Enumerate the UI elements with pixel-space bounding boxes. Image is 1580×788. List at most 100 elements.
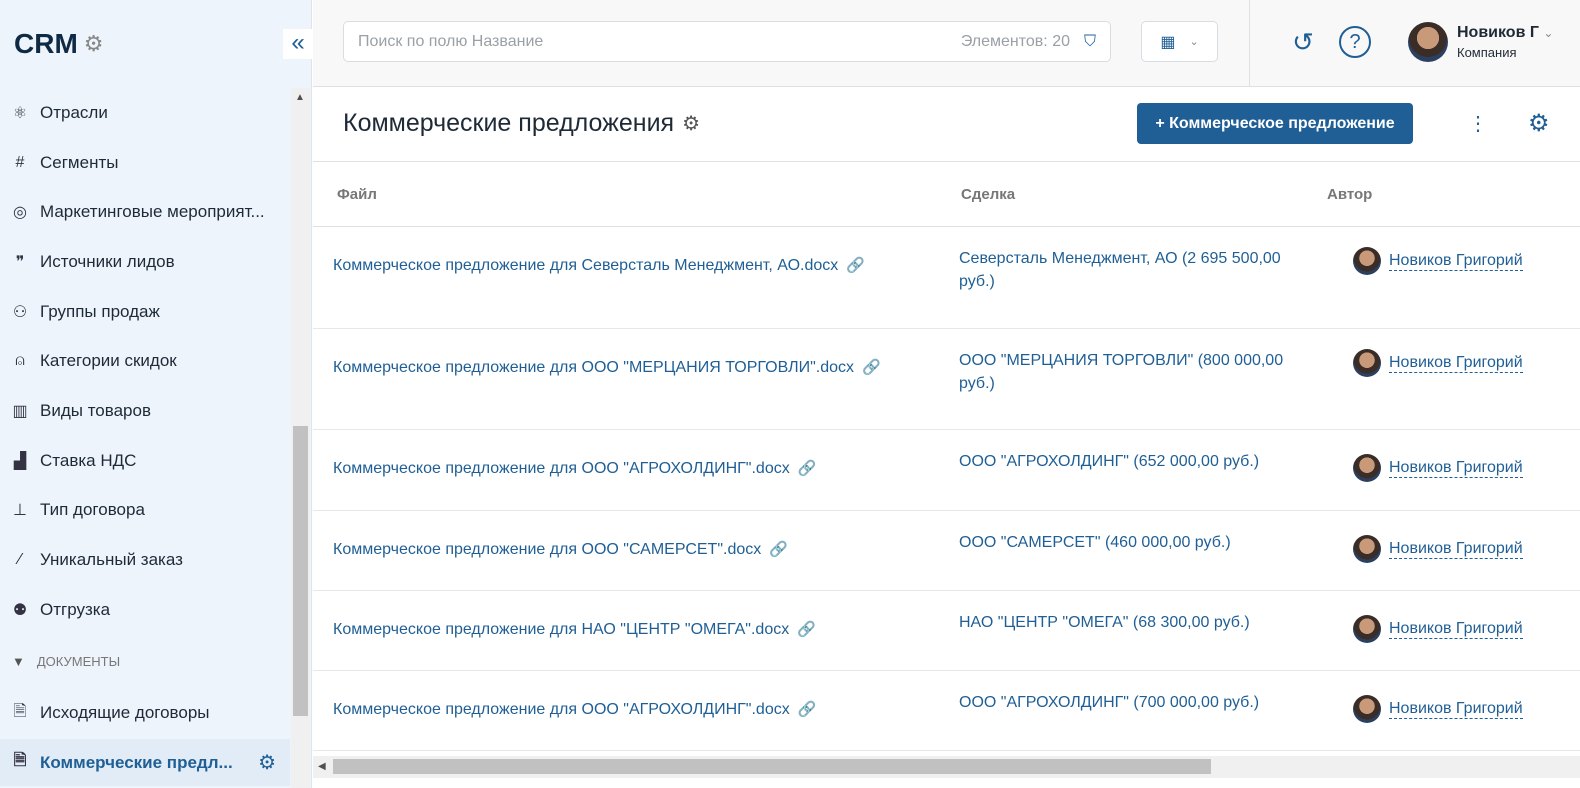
search-input[interactable]: Поиск по полю Название Элементов: 20 ⛉ <box>343 21 1111 62</box>
avatar <box>1353 349 1381 377</box>
user-menu[interactable]: Новиков Г ⌄ Компания <box>1408 22 1553 62</box>
sidebar-item[interactable]: ⚇ Группы продаж <box>0 287 290 337</box>
sidebar-item[interactable]: ⊥ Тип договора <box>0 486 290 536</box>
magic-wand-icon: ⁄ <box>18 551 22 569</box>
author-link[interactable]: Новиков Григорий <box>1389 620 1523 639</box>
gear-icon[interactable]: ⚙ <box>258 750 276 775</box>
hierarchy-icon: ⊥ <box>13 502 27 520</box>
table-row: Коммерческое предложение для ООО "МЕРЦАН… <box>313 329 1580 430</box>
author-link[interactable]: Новиков Григорий <box>1389 459 1523 478</box>
deal-link[interactable]: Северсталь Менеджмент, АО (2 695 500,00 … <box>959 247 1289 293</box>
link-icon[interactable]: 🔗 <box>797 621 816 638</box>
file-link[interactable]: Коммерческое предложение для НАО "ЦЕНТР … <box>333 621 789 638</box>
link-icon[interactable]: 🔗 <box>846 257 865 274</box>
history-icon[interactable]: ↺ <box>1287 26 1319 58</box>
scrollbar-thumb[interactable] <box>333 759 1211 774</box>
link-icon[interactable]: 🔗 <box>769 541 788 558</box>
scroll-left-icon[interactable]: ◀ <box>318 761 326 772</box>
sidebar: CRM ⚙ « ⚛ Отрасли # Сегменты ◎ Маркетинговые м… <box>0 0 313 788</box>
user-name: Новиков Г <box>1457 24 1539 41</box>
sidebar-item-label: Категории скидок <box>40 351 177 371</box>
caret-down-icon: ▼ <box>12 654 25 670</box>
gear-icon[interactable]: ⚙ <box>84 31 104 57</box>
topbar: Поиск по полю Название Элементов: 20 ⛉ ▦… <box>313 0 1580 87</box>
author-link[interactable]: Новиков Григорий <box>1389 700 1523 719</box>
deal-link[interactable]: ООО "МЕРЦАНИЯ ТОРГОВЛИ" (800 000,00 руб.… <box>959 349 1289 395</box>
link-icon[interactable]: 🔗 <box>798 701 817 718</box>
divider <box>1249 0 1250 86</box>
logo: CRM ⚙ <box>14 28 104 60</box>
sidebar-item-label: Коммерческие предл... <box>40 752 233 772</box>
horizontal-scrollbar[interactable]: ◀ <box>313 756 1580 778</box>
sidebar-item-label: Сегменты <box>40 152 119 172</box>
file-link[interactable]: Коммерческое предложение для ООО "АГРОХО… <box>333 460 790 477</box>
avatar <box>1353 535 1381 563</box>
sidebar-item[interactable]: ⁄ Уникальный заказ <box>0 535 290 585</box>
sidebar-item[interactable]: ⍝ Категории скидок <box>0 336 290 386</box>
author-link[interactable]: Новиков Григорий <box>1389 252 1523 271</box>
filter-icon[interactable]: ⛉ <box>1084 33 1096 51</box>
collapse-sidebar-button[interactable]: « <box>283 29 313 59</box>
sidebar-item[interactable]: ❞ Источники лидов <box>0 237 290 287</box>
table-row: Коммерческое предложение для Северсталь … <box>313 227 1580 329</box>
link-icon[interactable]: 🔗 <box>798 460 817 477</box>
deal-link[interactable]: НАО "ЦЕНТР "ОМЕГА" (68 300,00 руб.) <box>959 611 1289 634</box>
atom-icon: ⚛ <box>12 104 28 122</box>
bell-icon: ⍝ <box>15 352 25 370</box>
file-link[interactable]: Коммерческое предложение для Северсталь … <box>333 257 838 274</box>
author-link[interactable]: Новиков Григорий <box>1389 354 1523 373</box>
sidebar-item[interactable]: ◎ Маркетинговые мероприят... <box>0 187 290 237</box>
gear-icon[interactable]: ⚙ <box>682 111 700 136</box>
sidebar-scrollbar[interactable]: ▲ <box>291 88 310 788</box>
deal-link[interactable]: ООО "САМЕРСЕТ" (460 000,00 руб.) <box>959 531 1289 554</box>
table-row: Коммерческое предложение для ООО "АГРОХО… <box>313 430 1580 511</box>
author-link[interactable]: Новиков Григорий <box>1389 540 1523 559</box>
sidebar-item[interactable]: # Сегменты <box>0 138 290 188</box>
file-link[interactable]: Коммерческое предложение для ООО "САМЕРС… <box>333 541 761 558</box>
user-company: Компания <box>1457 45 1517 60</box>
sidebar-section-documents[interactable]: ▼ ДОКУМЕНТЫ <box>0 635 290 689</box>
view-mode-button[interactable]: ▦ ⌄ <box>1141 21 1218 62</box>
document-icon: 🗎 <box>13 752 27 770</box>
boxes-icon: ▥ <box>12 402 28 420</box>
scroll-up-icon[interactable]: ▲ <box>295 92 305 103</box>
table-row: Коммерческое предложение для НАО "ЦЕНТР … <box>313 591 1580 671</box>
document-icon: 🗎 <box>13 702 27 720</box>
sidebar-item[interactable]: ▟ Ставка НДС <box>0 436 290 486</box>
column-header-author[interactable]: Автор <box>1327 186 1372 203</box>
table-icon: ▦ <box>1160 33 1176 51</box>
people-icon: ⚉ <box>12 601 28 619</box>
sidebar-item-label: Отрасли <box>40 102 108 122</box>
sidebar-item[interactable]: ⚉ Отгрузка <box>0 585 290 635</box>
sidebar-nav: ⚛ Отрасли # Сегменты ◎ Маркетинговые мероприя… <box>0 88 290 787</box>
users-icon: ⚇ <box>12 303 28 321</box>
chevron-down-icon: ⌄ <box>1189 36 1199 48</box>
column-header-deal[interactable]: Сделка <box>961 186 1015 203</box>
proposals-table: Файл Сделка Автор Коммерческое предложен… <box>313 162 1580 751</box>
column-header-file[interactable]: Файл <box>337 186 377 203</box>
page-title: Коммерческие предложения <box>343 109 675 137</box>
sidebar-item[interactable]: ⚛ Отрасли <box>0 88 290 138</box>
sidebar-item[interactable]: 🗎 Исходящие договоры <box>0 689 290 739</box>
sidebar-item-label: Маркетинговые мероприят... <box>40 202 265 222</box>
deal-link[interactable]: ООО "АГРОХОЛДИНГ" (652 000,00 руб.) <box>959 450 1289 473</box>
table-row: Коммерческое предложение для ООО "АГРОХО… <box>313 671 1580 751</box>
add-proposal-button[interactable]: + Коммерческое предложение <box>1137 103 1413 144</box>
deal-link[interactable]: ООО "АГРОХОЛДИНГ" (700 000,00 руб.) <box>959 691 1289 714</box>
element-count: Элементов: 20 <box>960 32 1070 50</box>
link-icon[interactable]: 🔗 <box>862 359 881 376</box>
scrollbar-thumb[interactable] <box>293 426 308 716</box>
table-header: Файл Сделка Автор <box>313 162 1580 227</box>
sidebar-item-label: Группы продаж <box>40 301 160 321</box>
sidebar-item[interactable]: 🗎 Коммерческие предл... ⚙ <box>0 739 290 787</box>
chevron-down-icon: ⌄ <box>1543 26 1554 40</box>
avatar <box>1408 22 1448 62</box>
avatar <box>1353 454 1381 482</box>
sidebar-item-label: Тип договора <box>40 500 145 520</box>
more-icon[interactable]: ⋮ <box>1468 111 1488 136</box>
file-link[interactable]: Коммерческое предложение для ООО "АГРОХО… <box>333 701 790 718</box>
settings-gear-icon[interactable]: ⚙ <box>1528 109 1550 138</box>
file-link[interactable]: Коммерческое предложение для ООО "МЕРЦАН… <box>333 359 854 376</box>
sidebar-item[interactable]: ▥ Виды товаров <box>0 386 290 436</box>
help-icon[interactable]: ? <box>1339 26 1371 58</box>
